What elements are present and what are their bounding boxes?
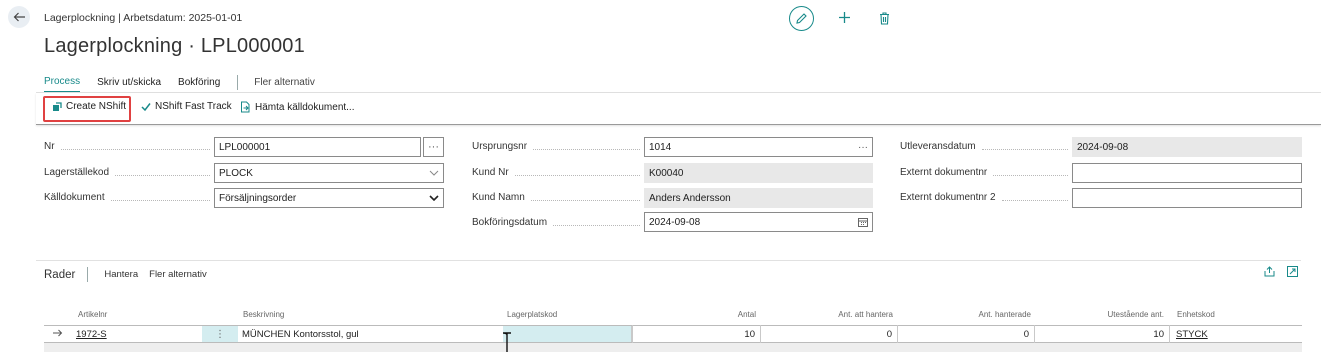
more-vertical-icon: ⋮ bbox=[215, 328, 225, 340]
highlight-box bbox=[43, 96, 131, 122]
delete-button[interactable] bbox=[877, 10, 891, 26]
col-header-antal[interactable]: Antal bbox=[700, 310, 756, 319]
col-header-lagerplatskod[interactable]: Lagerplatskod bbox=[507, 310, 557, 319]
cell-lagerplatskod[interactable] bbox=[503, 326, 632, 342]
text-cursor-icon bbox=[501, 332, 513, 352]
row-actions-button[interactable]: ⋮ bbox=[202, 326, 238, 342]
col-header-artikelnr[interactable]: Artikelnr bbox=[78, 310, 107, 319]
edit-button[interactable] bbox=[789, 6, 814, 31]
menu-divider bbox=[237, 74, 239, 90]
utleveransdatum-field: 2024-09-08 bbox=[1072, 137, 1302, 157]
cell-antal[interactable]: 10 bbox=[633, 326, 760, 342]
field-label-nr: Nr bbox=[44, 141, 214, 152]
calendar-icon[interactable] bbox=[854, 217, 872, 227]
cell-divider bbox=[1169, 325, 1170, 343]
field-label-kund-namn: Kund Namn bbox=[472, 192, 644, 203]
trash-icon bbox=[879, 11, 889, 25]
field-label-externt-dokumentnr-2: Externt dokumentnr 2 bbox=[900, 192, 1072, 203]
ellipsis-icon[interactable]: ··· bbox=[854, 142, 872, 153]
row-arrow-icon bbox=[53, 328, 63, 340]
externt-dokumentnr-field[interactable] bbox=[1072, 163, 1302, 183]
cell-enhetskod[interactable]: STYCK bbox=[1176, 326, 1208, 342]
arrow-left-icon bbox=[13, 12, 25, 22]
lines-fler-alternativ[interactable]: Fler alternativ bbox=[149, 269, 207, 280]
tab-fler-alternativ[interactable]: Fler alternativ bbox=[254, 77, 315, 92]
checkmark-icon bbox=[141, 102, 151, 112]
lines-title: Rader bbox=[44, 268, 76, 281]
new-button[interactable] bbox=[836, 8, 852, 26]
col-header-enhetskod[interactable]: Enhetskod bbox=[1177, 310, 1215, 319]
table-row-placeholder bbox=[44, 343, 1302, 352]
cell-ant-hanterade[interactable]: 0 bbox=[898, 326, 1034, 342]
field-label-kalldokument: Källdokument bbox=[44, 192, 214, 203]
kalldokument-select[interactable]: Försäljningsorder bbox=[214, 188, 444, 208]
chevron-down-icon bbox=[425, 195, 443, 201]
page-title: Lagerplockning · LPL000001 bbox=[44, 35, 305, 57]
lines-hantera[interactable]: Hantera bbox=[104, 269, 138, 280]
cell-ant-att-hantera[interactable]: 0 bbox=[761, 326, 897, 342]
field-label-kund-nr: Kund Nr bbox=[472, 167, 644, 178]
col-header-beskrivning[interactable]: Beskrivning bbox=[243, 310, 284, 319]
pencil-icon bbox=[796, 13, 807, 24]
field-label-ursprungsnr: Ursprungsnr bbox=[472, 141, 644, 152]
nshift-fast-track-button[interactable]: NShift Fast Track bbox=[141, 101, 232, 112]
lines-menu-divider bbox=[87, 267, 89, 282]
lines-menu: Rader Hantera Fler alternativ bbox=[44, 267, 218, 282]
document-import-icon bbox=[240, 101, 251, 113]
field-label-bokforingsdatum: Bokföringsdatum bbox=[472, 217, 644, 228]
kund-namn-field: Anders Andersson bbox=[644, 188, 873, 208]
action-menu: Process Skriv ut/skicka Bokföring Fler a… bbox=[44, 74, 332, 92]
field-label-utleveransdatum: Utleveransdatum bbox=[900, 141, 1072, 152]
hamta-kalldokument-button[interactable]: Hämta källdokument... bbox=[240, 101, 355, 113]
col-header-utestaende[interactable]: Utestående ant. bbox=[1060, 310, 1164, 319]
bokforingsdatum-field[interactable]: 2024-09-08 bbox=[644, 212, 873, 232]
externt-dokumentnr-2-field[interactable] bbox=[1072, 188, 1302, 208]
lines-divider bbox=[36, 260, 1301, 261]
lagerstallekod-select[interactable]: PLOCK bbox=[214, 163, 444, 183]
col-header-ant-att-hantera[interactable]: Ant. att hantera bbox=[790, 310, 893, 319]
field-label-lagerstallekod: Lagerställekod bbox=[44, 167, 214, 178]
nr-assist-button[interactable]: ··· bbox=[423, 137, 444, 157]
ellipsis-icon: ··· bbox=[428, 141, 439, 153]
share-icon bbox=[1264, 266, 1275, 277]
kund-nr-field: K00040 bbox=[644, 163, 873, 183]
ursprungsnr-field[interactable]: 1014 ··· bbox=[644, 137, 873, 157]
plus-icon bbox=[838, 11, 850, 23]
back-button[interactable] bbox=[8, 6, 30, 28]
cell-beskrivning[interactable]: MÜNCHEN Kontorsstol, gul bbox=[242, 326, 359, 342]
tab-process[interactable]: Process bbox=[44, 76, 81, 92]
tab-skriv-ut[interactable]: Skriv ut/skicka bbox=[97, 77, 161, 92]
field-label-externt-dokumentnr: Externt dokumentnr bbox=[900, 167, 1072, 178]
nr-field[interactable]: LPL000001 bbox=[214, 137, 421, 157]
chevron-down-icon bbox=[425, 170, 443, 176]
expand-button[interactable] bbox=[1287, 266, 1298, 280]
share-button[interactable] bbox=[1264, 266, 1275, 280]
cell-artikelnr[interactable]: 1972-S bbox=[76, 326, 107, 342]
cell-utestaende[interactable]: 10 bbox=[1035, 326, 1169, 342]
fast-track-label: NShift Fast Track bbox=[155, 101, 232, 112]
expand-icon bbox=[1287, 266, 1298, 277]
tab-bokforing[interactable]: Bokföring bbox=[178, 77, 220, 92]
page-caption: Lagerplockning | Arbetsdatum: 2025-01-01 bbox=[44, 12, 243, 24]
col-header-ant-hanterade[interactable]: Ant. hanterade bbox=[928, 310, 1031, 319]
hamta-label: Hämta källdokument... bbox=[255, 101, 355, 113]
